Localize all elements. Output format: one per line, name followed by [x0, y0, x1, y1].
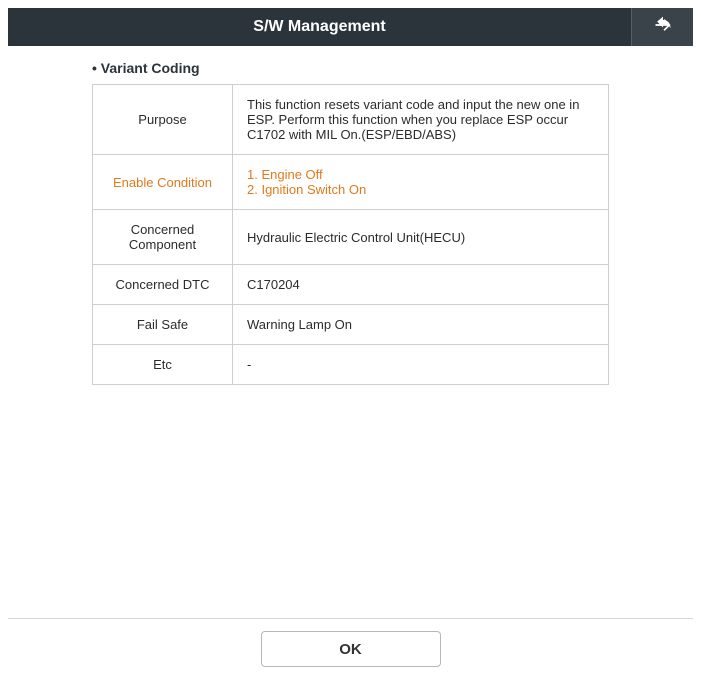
row-value-enable-condition: 1. Engine Off 2. Ignition Switch On [233, 155, 609, 210]
footer: OK [8, 618, 693, 667]
row-label-fail-safe: Fail Safe [93, 305, 233, 345]
ok-button[interactable]: OK [261, 631, 441, 667]
table-row: Enable Condition 1. Engine Off 2. Igniti… [93, 155, 609, 210]
table-row: Etc - [93, 345, 609, 385]
table-row: Concerned Component Hydraulic Electric C… [93, 210, 609, 265]
row-value-concerned-component: Hydraulic Electric Control Unit(HECU) [233, 210, 609, 265]
row-label-purpose: Purpose [93, 85, 233, 155]
table-row: Purpose This function resets variant cod… [93, 85, 609, 155]
enable-condition-line: 2. Ignition Switch On [247, 182, 594, 197]
table-row: Concerned DTC C170204 [93, 265, 609, 305]
row-value-concerned-dtc: C170204 [233, 265, 609, 305]
row-value-fail-safe: Warning Lamp On [233, 305, 609, 345]
info-table: Purpose This function resets variant cod… [92, 84, 609, 385]
row-value-purpose: This function resets variant code and in… [233, 85, 609, 155]
row-label-concerned-dtc: Concerned DTC [93, 265, 233, 305]
table-row: Fail Safe Warning Lamp On [93, 305, 609, 345]
back-button[interactable] [631, 8, 693, 46]
row-value-etc: - [233, 345, 609, 385]
page-title: S/W Management [8, 8, 631, 46]
row-label-enable-condition: Enable Condition [93, 155, 233, 210]
enable-condition-line: 1. Engine Off [247, 167, 594, 182]
row-label-etc: Etc [93, 345, 233, 385]
row-label-concerned-component: Concerned Component [93, 210, 233, 265]
back-arrow-icon [653, 15, 673, 40]
section-label: • Variant Coding [92, 60, 701, 76]
header-bar: S/W Management [8, 8, 693, 46]
